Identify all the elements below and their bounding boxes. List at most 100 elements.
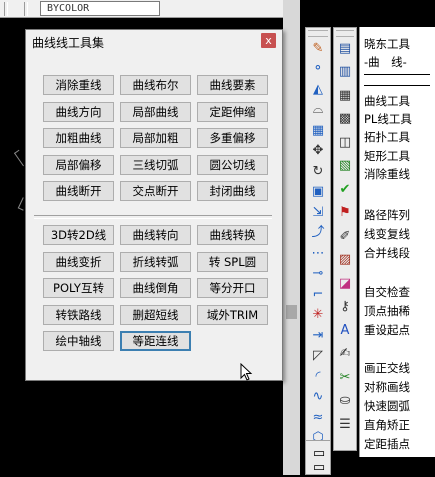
tool-button[interactable]: 圆公切线 [197,154,268,175]
edit-icon[interactable]: ✍ [335,344,355,364]
tool-button[interactable]: 局部曲线 [120,101,191,122]
layout-icon[interactable]: ◫ [335,132,355,152]
toolbar-separator [4,2,8,16]
scrollbar-thumb[interactable] [286,305,297,319]
image-icon[interactable]: ▧ [335,156,355,176]
group-divider [34,215,272,219]
doc2-icon[interactable]: ▥ [335,62,355,82]
tool-button[interactable]: 加粗曲线 [43,128,114,149]
menu-item[interactable]: 画正交线 [364,360,410,376]
move-icon[interactable]: ✥ [308,141,328,161]
curve-icon[interactable]: ∿ [308,387,328,407]
tool-button[interactable]: 曲线转换 [197,225,268,245]
chain-icon[interactable]: ⊸ [308,264,328,284]
hatch-icon[interactable]: ▨ [335,250,355,270]
color-combo[interactable]: BYCOLOR [40,1,160,16]
tool-button[interactable]: 定距伸缩 [197,101,268,122]
menu-divider [364,85,430,86]
tool-button[interactable]: 曲线变折 [43,251,114,272]
menu-item[interactable]: 合并线段 [364,245,410,261]
tool-button[interactable]: 曲线断开 [43,181,114,202]
tool-button[interactable]: 多重偏移 [197,128,268,149]
menu-divider [364,74,430,75]
menu-item[interactable]: 快速圆弧 [364,398,410,414]
menu-item[interactable]: 顶点抽稀 [364,303,410,319]
flag-icon[interactable]: ⚑ [335,203,355,223]
grid-icon[interactable]: ▦ [308,120,328,140]
layers-icon[interactable]: ▭ [309,457,329,477]
modify-toolbar: ▤ ▥ ▦ ▩ ◫ ▧ ✔ ⚑ ✐ ▨ ◪ ⚷ A ✍ ✂ ⛀ ☰ [333,27,357,451]
tool-button[interactable]: 删超短线 [120,304,191,325]
tool-button[interactable]: 曲线要素 [197,75,268,95]
corner-icon[interactable]: ◜ [308,366,328,386]
menu-item[interactable]: 路径阵列 [364,207,410,223]
table-icon[interactable]: ▦ [335,85,355,105]
scale-icon[interactable]: ▣ [308,182,328,202]
arc-icon[interactable]: ⌓ [308,100,328,120]
menu-item[interactable]: 重设起点 [364,322,410,338]
film-icon[interactable]: ▩ [335,109,355,129]
tool-button[interactable]: 3D转2D线 [43,225,114,245]
menu-item[interactable]: 自交检查 [364,284,410,300]
tool-button[interactable]: 折线转弧 [120,251,191,272]
tool-button[interactable]: 绘中轴线 [43,331,114,352]
dashline-icon[interactable]: ⋯ [308,243,328,263]
tool-button[interactable]: 局部加粗 [120,128,191,149]
tool-button[interactable]: 交点断开 [120,181,191,202]
join-icon[interactable]: ⇥ [308,325,328,345]
tool-button[interactable]: 转铁路线 [43,304,114,325]
color-icon[interactable]: ◪ [335,273,355,293]
tool-button[interactable]: POLY互转 [43,278,114,299]
toolbar-separator [24,2,28,16]
menu-item[interactable]: 曲线工具 [364,93,410,109]
wave-icon[interactable]: ≈ [308,407,328,427]
explode-icon[interactable]: ✳ [308,305,328,325]
toolbar-grip[interactable] [308,30,328,37]
text-icon[interactable]: A [335,320,355,340]
mirror-icon[interactable]: ◭ [308,79,328,99]
check-icon[interactable]: ✔ [335,179,355,199]
pen-icon[interactable]: ✐ [335,226,355,246]
tool-button[interactable]: 曲线布尔 [120,75,191,95]
tool-button[interactable]: 曲线转向 [120,225,191,245]
stretch-icon[interactable]: ⇲ [308,202,328,222]
menu-item[interactable]: 消除重线 [364,166,410,182]
menu-item[interactable]: 矩形工具 [364,148,410,164]
tool-button[interactable]: 等分开口 [197,278,268,299]
tool-button[interactable]: 消除重线 [43,75,114,95]
circles-icon[interactable]: ⚬ [308,59,328,79]
tool-button[interactable]: 等距连线 [120,331,191,352]
menu-header: -曲 线- [364,55,407,69]
key-icon[interactable]: ⚷ [335,297,355,317]
dialog-title: 曲线线工具集 [32,36,105,50]
mouse-cursor-icon [240,363,253,381]
rotate-icon[interactable]: ↻ [308,161,328,181]
tool-button[interactable]: 转 SPL圆 [197,251,268,272]
tool-button[interactable]: 曲线倒角 [120,278,191,299]
small-toolbar: ▭ ▭ [305,440,331,475]
tool-button[interactable]: 三线切弧 [120,154,191,175]
menu-item[interactable]: 定距插点 [364,436,410,452]
doc-icon[interactable]: ▤ [335,38,355,58]
tool-button[interactable]: 曲线方向 [43,101,114,122]
menu-item[interactable]: 对称画线 [364,379,410,395]
tool-button[interactable]: 封闭曲线 [197,181,268,202]
side-menu: 晓东工具 -曲 线- 曲线工具 PL线工具 拓扑工具 矩形工具 消除重线 路径阵… [359,27,435,457]
menu-item[interactable]: 直角矫正 [364,417,410,433]
menu-item[interactable]: 线变复线 [364,226,410,242]
pencil-icon[interactable]: ✎ [308,38,328,58]
top-toolbar: BYCOLOR [0,0,300,18]
scissors-icon[interactable]: ✂ [335,367,355,387]
stack-icon[interactable]: ☰ [335,414,355,434]
chamfer-icon[interactable]: ◸ [308,346,328,366]
break-icon[interactable]: ⤴ [308,223,328,243]
close-button[interactable]: x [261,33,276,48]
menu-header: 晓东工具 [364,37,410,51]
toolbar-grip[interactable] [336,30,354,37]
menu-item[interactable]: 拓扑工具 [364,129,410,145]
stamp-icon[interactable]: ⛀ [335,391,355,411]
menu-item[interactable]: PL线工具 [364,111,412,127]
tool-button[interactable]: 域外TRIM [197,304,268,325]
tool-button[interactable]: 局部偏移 [43,154,114,175]
fillet-icon[interactable]: ⌐ [308,284,328,304]
